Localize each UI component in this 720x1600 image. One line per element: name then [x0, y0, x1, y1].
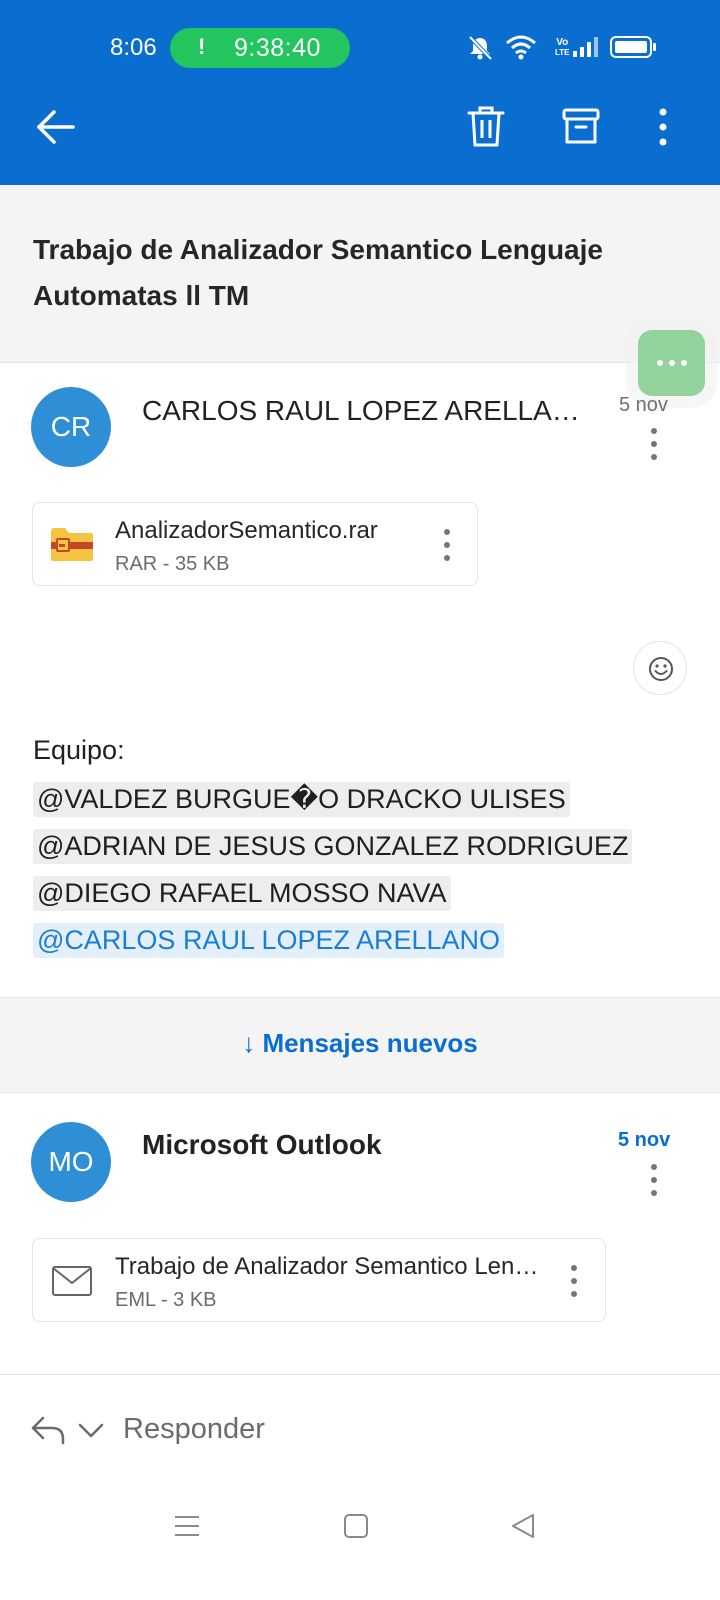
more-vertical-icon[interactable] [653, 107, 673, 147]
new-messages-divider[interactable]: ↓ Mensajes nuevos [0, 997, 720, 1093]
home-square-icon[interactable] [343, 1513, 369, 1544]
sender-name[interactable]: CARLOS RAUL LOPEZ ARELLANO [142, 395, 592, 427]
wifi-icon [505, 34, 537, 65]
avatar[interactable]: CR [31, 387, 111, 467]
back-triangle-icon[interactable] [510, 1512, 536, 1545]
attachment-more-icon[interactable] [564, 1261, 584, 1301]
status-time: 8:06 [110, 34, 157, 61]
message-more-icon[interactable] [644, 1160, 664, 1200]
trash-icon[interactable] [466, 105, 506, 149]
mention[interactable]: @DIEGO RAFAEL MOSSO NAVA [33, 876, 451, 911]
attachment-meta: RAR - 35 KB [115, 553, 230, 575]
thread-subject-area: Trabajo de Analizador Semantico Lenguaje… [0, 185, 720, 363]
signal-icon [572, 36, 600, 63]
body-heading: Equipo: [33, 735, 125, 765]
call-timer: 9:38:40 [234, 34, 321, 62]
archive-icon[interactable] [561, 107, 601, 147]
mention-self[interactable]: @CARLOS RAUL LOPEZ ARELLANO [33, 923, 505, 958]
chevron-down-icon[interactable] [78, 1423, 104, 1444]
more-actions-fab[interactable] [638, 330, 705, 396]
battery-icon [610, 36, 658, 63]
folder-zip-icon [49, 525, 95, 568]
message-date: 5 nov [619, 394, 668, 416]
envelope-icon [51, 1265, 93, 1302]
mention[interactable]: @VALDEZ BURGUE�O DRACKO ULISES [33, 782, 570, 817]
thread-subject: Trabajo de Analizador Semantico Lenguaje… [33, 234, 603, 311]
attachment-meta: EML - 3 KB [115, 1289, 217, 1311]
attachment-more-icon[interactable] [437, 525, 457, 565]
app-header: 8:06 ! 9:38:40 Vo LTE [0, 0, 720, 185]
new-messages-label: ↓ Mensajes nuevos [242, 1028, 478, 1058]
attachment-card[interactable]: Trabajo de Analizador Semantico Lenguaje… [32, 1238, 606, 1322]
dot [657, 360, 663, 366]
back-arrow-icon[interactable] [34, 108, 76, 146]
mention[interactable]: @ADRIAN DE JESUS GONZALEZ RODRIGUEZ [33, 829, 633, 864]
attachment-name: Trabajo de Analizador Semantico Lenguaje… [115, 1253, 545, 1280]
dot [669, 360, 675, 366]
attachment-name: AnalizadorSemantico.rar [115, 517, 378, 544]
message-date: 5 nov [618, 1129, 671, 1151]
avatar[interactable]: MO [31, 1122, 111, 1202]
call-alert-icon: ! [198, 34, 206, 59]
smiley-icon [648, 656, 674, 687]
sender-name[interactable]: Microsoft Outlook [142, 1129, 592, 1161]
dot [681, 360, 687, 366]
attachment-card[interactable]: AnalizadorSemantico.rar RAR - 35 KB [32, 502, 478, 586]
recents-menu-icon[interactable] [174, 1514, 200, 1543]
reply-arrow-icon[interactable] [30, 1415, 66, 1450]
reply-label[interactable]: Responder [123, 1413, 265, 1446]
reply-bar[interactable]: Responder [0, 1374, 720, 1484]
ongoing-call-pill[interactable]: ! 9:38:40 [170, 28, 350, 68]
system-nav-bar [0, 1484, 720, 1600]
add-reaction-button[interactable] [633, 641, 687, 695]
mute-icon [466, 35, 494, 66]
volte-icon: Vo LTE [555, 37, 570, 58]
message-more-icon[interactable] [644, 424, 664, 464]
